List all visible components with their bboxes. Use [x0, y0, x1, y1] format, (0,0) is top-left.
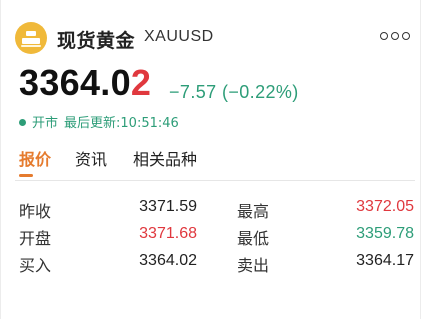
last-updated: 最后更新:10:51:46: [64, 116, 179, 131]
quote-value: 3371.68: [139, 225, 197, 242]
market-status: 开市 最后更新:10:51:46: [19, 112, 179, 131]
price-row: 3364.02 −7.57 (−0.22%): [19, 62, 409, 104]
quote-card: 现货黄金 XAUUSD 3364.02 −7.57 (−0.22%) 开市 最后更…: [0, 0, 421, 319]
more-dots-icon[interactable]: [380, 32, 410, 40]
price-main: 3364.0: [19, 62, 131, 103]
quote-row: 昨收 3371.59 最高 3372.05: [19, 196, 417, 223]
instrument-symbol: XAUUSD: [144, 28, 214, 45]
quote-label: 开盘: [19, 229, 52, 248]
quote-value: 3359.78: [356, 225, 414, 242]
current-price: 3364.02: [19, 62, 151, 104]
instrument-title: 现货黄金: [57, 30, 136, 52]
header: 现货黄金 XAUUSD: [15, 18, 410, 58]
quote-label: 昨收: [19, 202, 52, 221]
tab-news[interactable]: 资讯: [75, 146, 107, 170]
quote-value: 3364.17: [356, 252, 414, 269]
quote-value: 3364.02: [139, 252, 197, 269]
quote-label: 最高: [237, 202, 270, 221]
gold-bars-icon: [15, 22, 47, 54]
tab-related[interactable]: 相关品种: [133, 146, 197, 170]
quote-value: 3372.05: [356, 198, 414, 215]
status-dot-icon: [19, 119, 26, 126]
price-last-digit: 2: [130, 62, 152, 103]
quote-grid: 昨收 3371.59 最高 3372.05 开盘 3371.68 最低 3359…: [19, 196, 417, 277]
quote-row: 开盘 3371.68 最低 3359.78: [19, 223, 417, 250]
quote-value: 3371.59: [139, 198, 197, 215]
market-state: 开市: [32, 116, 59, 131]
quote-label: 卖出: [237, 256, 270, 275]
active-tab-indicator: [19, 174, 33, 177]
quote-label: 买入: [19, 256, 52, 275]
tab-quote[interactable]: 报价: [19, 146, 51, 170]
divider: [15, 180, 415, 181]
price-change: −7.57 (−0.22%): [169, 82, 299, 102]
tab-bar: 报价 资讯 相关品种: [19, 146, 414, 177]
quote-label: 最低: [237, 229, 270, 248]
quote-row: 买入 3364.02 卖出 3364.17: [19, 250, 417, 277]
